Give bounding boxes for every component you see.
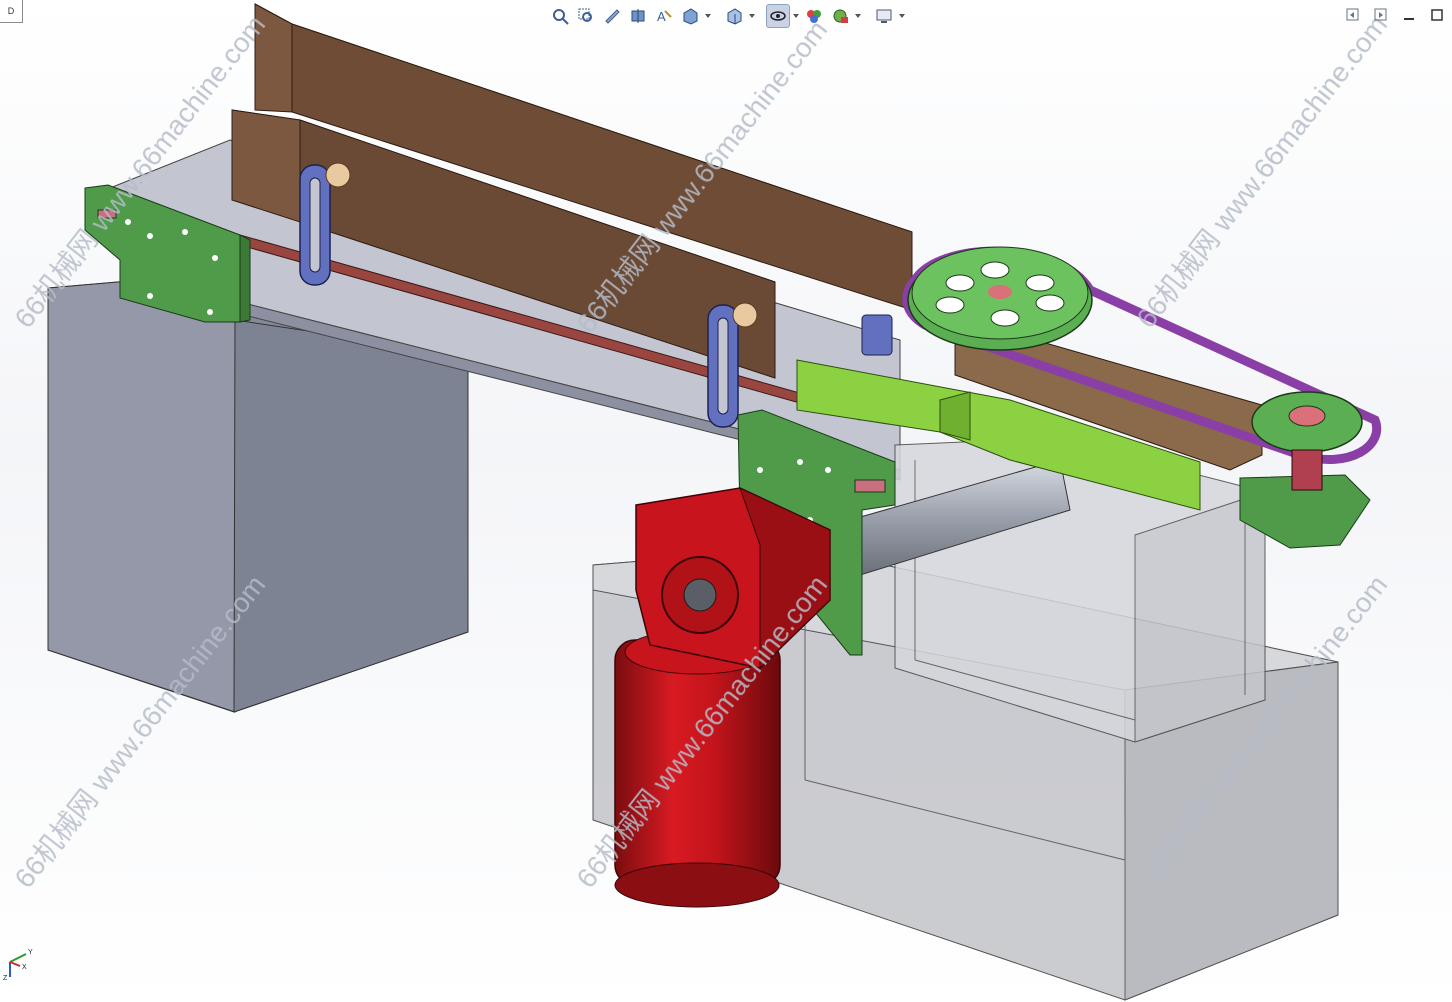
- coordinate-triad[interactable]: Y X Z: [0, 932, 42, 982]
- tile-icon: [1374, 8, 1387, 21]
- apply-scene-button[interactable]: [828, 4, 852, 28]
- graphics-viewport[interactable]: 66机械网 www.66machine.com 66机械网 www.66mach…: [0, 0, 1452, 1002]
- chevron-down-icon: [749, 14, 755, 18]
- display-style-icon: [727, 8, 742, 25]
- zoom-to-fit-icon: [553, 9, 569, 25]
- view-settings-dropdown[interactable]: [898, 4, 906, 28]
- chevron-down-icon: [855, 14, 861, 18]
- zoom-to-area-icon: [578, 8, 592, 22]
- display-style-button[interactable]: [722, 4, 746, 28]
- triad-z-label: Z: [3, 975, 8, 982]
- view-settings-icon: [876, 9, 892, 23]
- dynamic-annotation-button[interactable]: A: [652, 4, 676, 28]
- document-tab-label: D: [7, 6, 15, 16]
- heads-up-view-toolbar: A: [548, 3, 906, 29]
- window-controls: [1344, 6, 1446, 24]
- minimize-icon: [1404, 18, 1414, 20]
- document-tab-marker[interactable]: D: [0, 0, 23, 23]
- maximize-icon: [1431, 9, 1443, 21]
- svg-text:A: A: [657, 9, 666, 24]
- maximize-button[interactable]: [1428, 6, 1446, 24]
- edit-appearance-button[interactable]: [802, 4, 826, 28]
- apply-scene-dropdown[interactable]: [854, 4, 862, 28]
- hide-show-items-button[interactable]: [766, 4, 790, 28]
- apply-scene-icon: [833, 9, 848, 23]
- previous-view-button[interactable]: [600, 4, 624, 28]
- chevron-down-icon: [705, 14, 711, 18]
- restore-button[interactable]: [1344, 6, 1362, 24]
- restore-icon: [1346, 8, 1359, 21]
- chevron-down-icon: [793, 14, 799, 18]
- triad-y-label: Y: [28, 949, 33, 956]
- view-orientation-dropdown[interactable]: [704, 4, 712, 28]
- triad-x-label: X: [22, 964, 27, 971]
- zoom-to-fit-button[interactable]: [548, 4, 572, 28]
- section-view-button[interactable]: [626, 4, 650, 28]
- view-orientation-icon: [683, 8, 698, 25]
- hide-show-items-icon: [770, 11, 786, 21]
- section-view-icon: [631, 9, 645, 23]
- y-axis-icon: [9, 953, 27, 963]
- previous-view-icon: [605, 9, 620, 24]
- display-style-dropdown[interactable]: [748, 4, 756, 28]
- view-orientation-button[interactable]: [678, 4, 702, 28]
- dynamic-annotation-icon: A: [657, 9, 672, 24]
- edit-appearance-icon: [807, 10, 821, 23]
- cad-model-scene[interactable]: 66机械网 www.66machine.com 66机械网 www.66mach…: [0, 0, 1452, 1002]
- zoom-to-area-button[interactable]: [574, 4, 598, 28]
- x-axis-icon: [9, 961, 21, 967]
- large-pulley[interactable]: [907, 246, 1093, 351]
- hide-show-items-dropdown[interactable]: [792, 4, 800, 28]
- chevron-down-icon: [899, 14, 905, 18]
- view-settings-button[interactable]: [872, 4, 896, 28]
- minimize-button[interactable]: [1400, 6, 1418, 24]
- tile-button[interactable]: [1372, 6, 1390, 24]
- watermark-text: 66机械网 www.66machine.com: [1130, 9, 1393, 333]
